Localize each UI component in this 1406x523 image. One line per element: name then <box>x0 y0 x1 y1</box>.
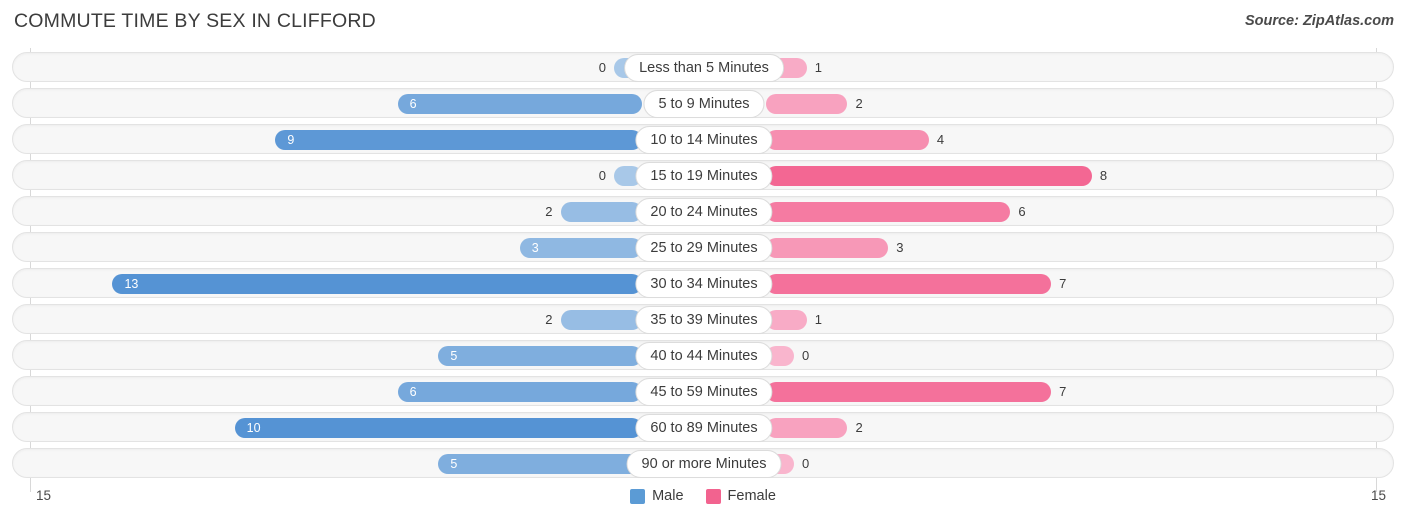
legend-label-male: Male <box>652 488 684 504</box>
table-row[interactable]: 2 1 35 to 39 Minutes <box>12 304 1394 334</box>
table-row[interactable]: 0 1 Less than 5 Minutes <box>12 52 1394 82</box>
bar-value-female: 1 <box>814 312 822 327</box>
category-label-pill: 25 to 29 Minutes <box>635 234 773 262</box>
table-row[interactable]: 5 0 40 to 44 Minutes <box>12 340 1394 370</box>
table-row[interactable]: 10 2 60 to 89 Minutes <box>12 412 1394 442</box>
legend-item-female[interactable]: Female <box>705 488 776 504</box>
chart-legend: Male Female <box>0 488 1406 504</box>
bar-value-female: 0 <box>802 348 810 363</box>
category-label-pill: 35 to 39 Minutes <box>635 306 773 334</box>
category-label-pill: 30 to 34 Minutes <box>635 270 773 298</box>
category-label-pill: 45 to 59 Minutes <box>635 378 773 406</box>
bar-value-male: 3 <box>531 241 539 255</box>
bar-female[interactable] <box>766 382 1052 402</box>
table-row[interactable]: 3 3 25 to 29 Minutes <box>12 232 1394 262</box>
bar-value-female: 6 <box>1018 204 1026 219</box>
legend-swatch-female-icon <box>705 488 721 504</box>
bar-male[interactable] <box>234 418 642 438</box>
category-label-pill: 20 to 24 Minutes <box>635 198 773 226</box>
bar-male[interactable] <box>560 310 642 330</box>
bar-female[interactable] <box>766 238 889 258</box>
category-label-pill: 15 to 19 Minutes <box>635 162 773 190</box>
bar-value-male: 6 <box>409 97 417 111</box>
category-label-pill: 60 to 89 Minutes <box>635 414 773 442</box>
bar-value-male: 0 <box>598 60 606 75</box>
bar-value-male: 0 <box>598 168 606 183</box>
bar-female[interactable] <box>766 94 848 114</box>
bar-male[interactable] <box>275 130 642 150</box>
table-row[interactable]: 9 4 10 to 14 Minutes <box>12 124 1394 154</box>
table-row[interactable]: 13 7 30 to 34 Minutes <box>12 268 1394 298</box>
chart-rows: 0 1 Less than 5 Minutes 6 2 5 to 9 Minutes 9 4 1… <box>0 48 1406 480</box>
bar-female[interactable] <box>766 166 1092 186</box>
bar-female[interactable] <box>766 130 929 150</box>
table-row[interactable]: 5 0 90 or more Minutes <box>12 448 1394 478</box>
bar-value-female: 7 <box>1059 384 1067 399</box>
chart-header: COMMUTE TIME BY SEX IN CLIFFORD Source: … <box>0 0 1406 44</box>
bar-value-male: 6 <box>409 385 417 399</box>
category-label-pill: 90 or more Minutes <box>626 450 782 478</box>
bar-value-female: 0 <box>802 456 810 471</box>
bar-value-male: 10 <box>246 421 261 435</box>
legend-item-male[interactable]: Male <box>630 488 684 504</box>
bar-male[interactable] <box>438 346 642 366</box>
bar-female[interactable] <box>766 418 848 438</box>
chart-footer: 15 15 Male Female <box>0 484 1406 523</box>
bar-value-male: 2 <box>545 204 553 219</box>
bar-value-female: 8 <box>1099 168 1108 183</box>
table-row[interactable]: 6 2 5 to 9 Minutes <box>12 88 1394 118</box>
bar-value-female: 3 <box>896 240 904 255</box>
bar-value-male: 2 <box>545 312 553 327</box>
bar-value-female: 2 <box>855 96 863 111</box>
legend-swatch-male-icon <box>630 488 646 504</box>
legend-label-female: Female <box>727 488 776 504</box>
bar-female[interactable] <box>766 202 1011 222</box>
bar-value-male: 13 <box>124 277 139 291</box>
category-label-pill: 10 to 14 Minutes <box>635 126 773 154</box>
category-label-pill: 40 to 44 Minutes <box>635 342 773 370</box>
bar-male[interactable] <box>560 202 642 222</box>
bar-value-female: 2 <box>855 420 863 435</box>
table-row[interactable]: 2 6 20 to 24 Minutes <box>12 196 1394 226</box>
table-row[interactable]: 6 7 45 to 59 Minutes <box>12 376 1394 406</box>
bar-male[interactable] <box>397 94 642 114</box>
category-label-pill: Less than 5 Minutes <box>624 54 784 82</box>
bar-value-male: 9 <box>287 133 295 147</box>
bar-value-male: 5 <box>450 349 458 363</box>
bar-female[interactable] <box>766 274 1052 294</box>
category-label-pill: 5 to 9 Minutes <box>643 90 765 118</box>
bar-value-female: 1 <box>814 60 822 75</box>
chart-plot-area: 0 1 Less than 5 Minutes 6 2 5 to 9 Minutes 9 4 1… <box>0 48 1406 492</box>
bar-male[interactable] <box>112 274 642 294</box>
page-title: COMMUTE TIME BY SEX IN CLIFFORD <box>14 10 376 32</box>
bar-value-female: 7 <box>1059 276 1067 291</box>
bar-value-male: 5 <box>450 457 458 471</box>
bar-value-female: 4 <box>936 132 945 147</box>
bar-male[interactable] <box>438 454 642 474</box>
bar-male[interactable] <box>397 382 642 402</box>
table-row[interactable]: 0 8 15 to 19 Minutes <box>12 160 1394 190</box>
source-attribution: Source: ZipAtlas.com <box>1244 13 1394 29</box>
